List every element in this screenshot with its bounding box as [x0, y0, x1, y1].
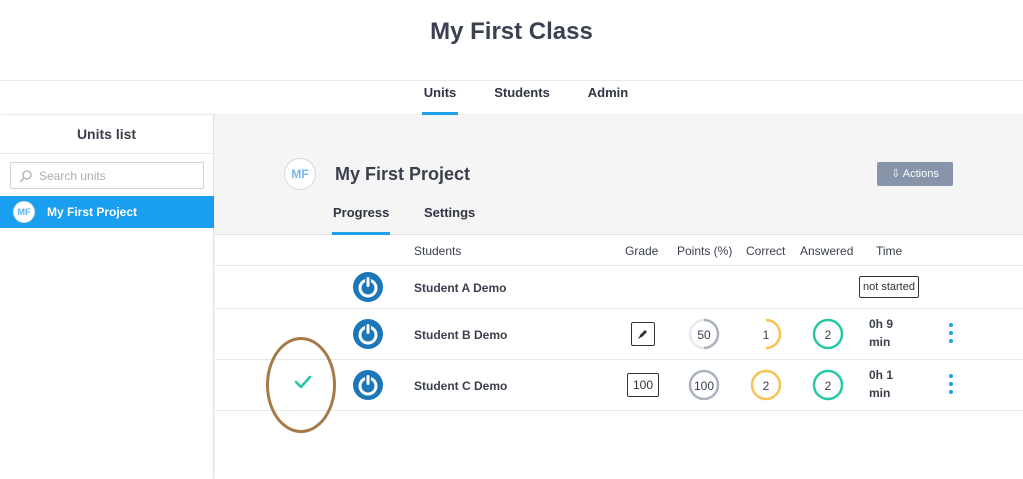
table-row-student-b[interactable]: Student B Demo 50 1 2 0h 9 min [215, 309, 1023, 360]
search-box[interactable] [10, 162, 204, 189]
power-icon [353, 272, 383, 302]
more-options-icon[interactable] [944, 374, 958, 396]
sidebar-item-label: My First Project [47, 205, 138, 219]
grade-value[interactable]: 100 [627, 373, 659, 397]
table-header: Students Grade Points (%) Correct Answer… [215, 236, 1023, 266]
tab-progress[interactable]: Progress [331, 205, 391, 235]
tab-students-label: Students [494, 85, 550, 100]
table-row-student-c[interactable]: Student C Demo 100 100 2 2 0h 1 min [215, 360, 1023, 411]
sidebar-item-my-first-project[interactable]: MF My First Project [0, 196, 214, 228]
power-icon [353, 370, 383, 400]
tab-units-label: Units [423, 85, 457, 100]
grade-edit-button[interactable] [631, 322, 655, 346]
time-value: 0h 1 min [869, 366, 919, 402]
pencil-icon [638, 330, 647, 339]
column-grade[interactable]: Grade [625, 244, 658, 258]
table-row-student-a[interactable]: Student A Demo not started [215, 266, 1023, 309]
column-correct[interactable]: Correct [746, 244, 785, 258]
answered-value: 2 [824, 328, 832, 342]
column-answered[interactable]: Answered [800, 244, 853, 258]
units-sidebar: Units list MF My First Project [0, 115, 214, 479]
tab-settings-label: Settings [424, 205, 476, 220]
tab-admin[interactable]: Admin [586, 85, 630, 115]
answered-value: 2 [824, 379, 832, 393]
class-title: My First Class [430, 18, 593, 45]
time-hours: 0h 9 [869, 317, 894, 331]
tab-admin-label: Admin [587, 85, 629, 100]
top-tab-bar: Units Students Admin [0, 80, 1023, 115]
student-name: Student A Demo [414, 281, 507, 295]
tab-progress-label: Progress [333, 205, 390, 220]
project-title: My First Project [335, 164, 471, 184]
points-value: 50 [697, 328, 711, 342]
project-header: MF My First Project ⇩ Actions Progress S… [215, 115, 1023, 235]
time-value: 0h 9 min [869, 315, 919, 351]
student-name: Student B Demo [414, 328, 508, 342]
student-name: Student C Demo [414, 379, 508, 393]
search-icon [19, 170, 32, 183]
column-time[interactable]: Time [876, 244, 902, 258]
points-value: 100 [693, 379, 715, 393]
time-unit: min [869, 335, 891, 349]
check-icon[interactable] [294, 375, 312, 389]
more-options-icon[interactable] [944, 323, 958, 345]
sidebar-title: Units list [76, 126, 137, 142]
project-avatar: MF [284, 158, 316, 190]
time-hours: 0h 1 [869, 368, 894, 382]
status-badge: not started [859, 276, 919, 298]
correct-value: 2 [762, 379, 770, 393]
tab-settings[interactable]: Settings [424, 205, 475, 235]
divider [0, 153, 213, 154]
time-unit: min [869, 386, 891, 400]
column-points[interactable]: Points (%) [677, 244, 732, 258]
tab-students[interactable]: Students [493, 85, 551, 115]
power-icon [353, 319, 383, 349]
class-header: My First Class [0, 0, 1023, 80]
unit-avatar: MF [13, 201, 35, 223]
main-panel: MF My First Project ⇩ Actions Progress S… [215, 115, 1023, 479]
column-students[interactable]: Students [414, 244, 461, 258]
actions-button[interactable]: ⇩ Actions [877, 162, 953, 186]
correct-value: 1 [762, 328, 770, 342]
tab-units[interactable]: Units [422, 85, 458, 115]
search-input[interactable] [39, 163, 199, 188]
